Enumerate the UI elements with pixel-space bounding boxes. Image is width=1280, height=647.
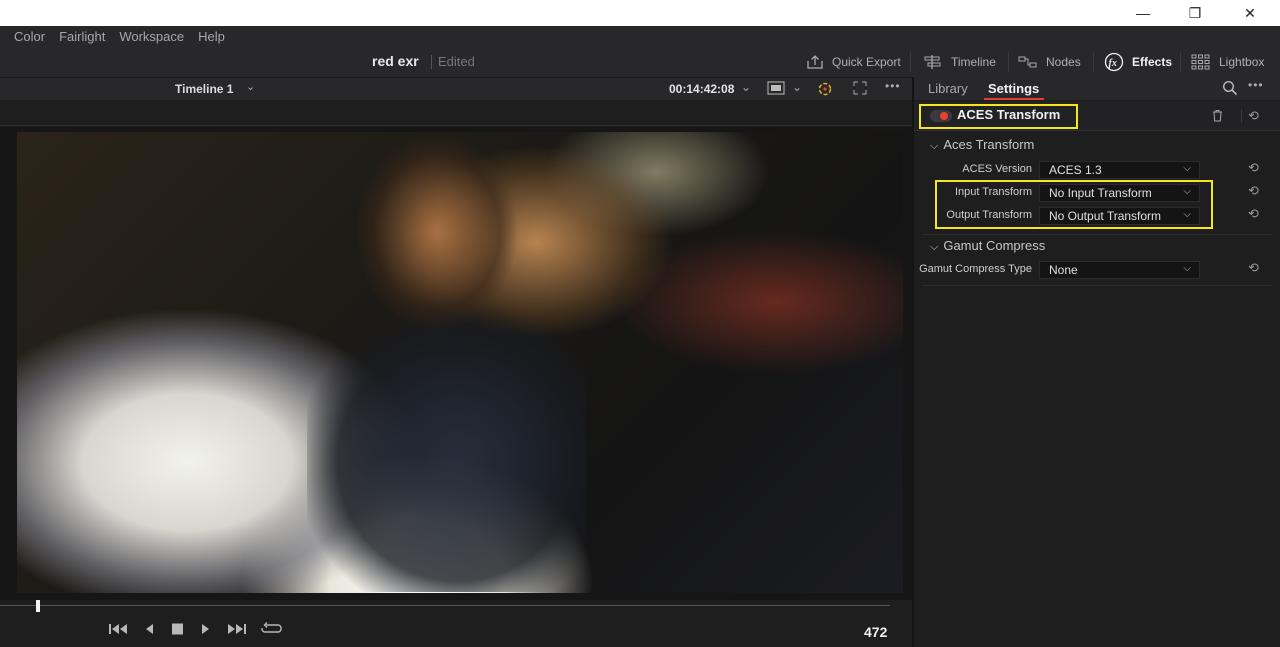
chevron-down-icon[interactable]: ⌄ [741,80,751,94]
more-options-icon[interactable]: ••• [1248,78,1264,92]
timeline-button[interactable]: Timeline [923,47,996,77]
section-divider [922,285,1272,286]
tab-library[interactable]: Library [928,81,968,96]
project-status: Edited [438,54,475,69]
reset-icon[interactable]: ⟲ [1248,206,1259,222]
highlight-box [935,180,1213,229]
play-icon[interactable] [200,622,212,639]
menu-workspace[interactable]: Workspace [119,29,184,44]
close-icon: ✕ [1244,4,1256,21]
aces-version-label: ACES Version [962,163,1032,175]
inspector-panel: Library Settings ••• ACES Transform ⟲ ⌵ A… [914,77,1280,647]
chevron-down-icon[interactable]: ⌄ [246,80,255,93]
reset-icon[interactable]: ⟲ [1248,108,1259,124]
toolbar-divider [1093,52,1094,72]
scrubber-bar[interactable] [0,600,912,614]
viewer-subbar [0,100,912,126]
section-title: Gamut Compress [943,238,1046,253]
chevron-down-icon[interactable]: ⌄ [792,80,802,94]
chevron-down-icon: ⌵ [930,241,939,253]
transport-controls: 472 [0,614,912,647]
dropdown-value: ACES 1.3 [1049,163,1102,177]
lightbox-button[interactable]: Lightbox [1191,47,1264,77]
top-toolbar: red exr Edited Quick Export Timeline Nod… [0,47,1280,77]
search-icon[interactable] [1222,80,1238,101]
reset-icon[interactable]: ⟲ [1248,260,1259,276]
export-icon [807,55,823,69]
inspector-tabs: Library Settings ••• [914,77,1280,100]
chevron-down-icon: ⌵ [1183,163,1191,174]
timecode-display[interactable]: 00:14:42:08 [669,82,734,96]
viewer-panel [0,127,912,600]
active-tab-indicator [984,98,1044,100]
minimize-icon: — [1136,5,1150,21]
video-frame[interactable] [17,132,903,593]
effects-fx-icon: fx [1104,52,1124,72]
menu-bar: Color Fairlight Workspace Help [0,26,1280,47]
effects-label: Effects [1132,55,1173,69]
timeline-label: Timeline [951,55,996,69]
section-gamut-compress[interactable]: ⌵ Gamut Compress [930,238,1045,254]
quick-export-label: Quick Export [832,55,901,69]
title-divider [431,55,432,69]
jump-to-end-icon[interactable] [227,622,247,639]
lightbox-grid-icon [1191,54,1210,70]
section-aces-transform[interactable]: ⌵ Aces Transform [930,137,1034,153]
chevron-down-icon: ⌵ [930,140,939,152]
playhead-handle[interactable] [36,600,40,612]
minimize-button[interactable]: — [1120,0,1166,26]
viewer-header: Timeline 1 ⌄ 00:14:42:08 ⌄ ⌄ ••• [0,77,912,100]
chevron-down-icon: ⌵ [1183,263,1191,274]
highlight-box [919,104,1078,129]
reset-icon[interactable]: ⟲ [1248,160,1259,176]
section-title: Aces Transform [943,137,1035,152]
toolbar-divider [1180,52,1181,72]
restore-icon: ❐ [1188,4,1202,21]
menu-fairlight[interactable]: Fairlight [59,29,105,44]
frame-counter: 472 [864,624,888,640]
fullscreen-icon[interactable] [853,81,867,98]
stop-icon[interactable] [171,622,185,639]
menu-color[interactable]: Color [14,29,45,44]
menu-help[interactable]: Help [198,29,225,44]
toolbar-divider [910,52,911,72]
timeline-selector[interactable]: Timeline 1 [175,82,233,96]
aces-version-dropdown[interactable]: ACES 1.3 ⌵ [1039,161,1200,179]
reset-icon[interactable]: ⟲ [1248,183,1259,199]
section-divider [922,234,1272,235]
frame-subject [307,132,587,592]
project-title: red exr [372,53,419,69]
gamut-compress-type-label: Gamut Compress Type [919,263,1032,275]
nodes-button[interactable]: Nodes [1018,47,1081,77]
close-button[interactable]: ✕ [1227,0,1273,26]
jump-to-start-icon[interactable] [108,622,128,639]
color-wheel-icon[interactable] [817,81,833,100]
window-titlebar: — ❐ ✕ [0,0,1280,26]
dropdown-value: None [1049,263,1078,277]
play-reverse-icon[interactable] [143,622,155,639]
svg-text:fx: fx [1109,58,1117,69]
timeline-icon [924,55,941,69]
lightbox-label: Lightbox [1219,55,1265,69]
monitor-hd-icon[interactable] [767,81,785,98]
tab-settings[interactable]: Settings [988,81,1039,96]
header-divider [1241,109,1242,123]
loop-icon[interactable] [261,622,283,639]
nodes-label: Nodes [1046,55,1081,69]
quick-export-button[interactable]: Quick Export [806,47,901,77]
more-options-icon[interactable]: ••• [885,79,901,93]
nodes-icon [1018,56,1037,68]
trash-icon[interactable] [1212,109,1223,127]
toolbar-divider [1008,52,1009,72]
scrubber-track[interactable] [0,605,890,606]
gamut-compress-type-dropdown[interactable]: None ⌵ [1039,261,1200,279]
restore-button[interactable]: ❐ [1172,0,1218,26]
effects-button[interactable]: fx Effects [1104,47,1172,77]
